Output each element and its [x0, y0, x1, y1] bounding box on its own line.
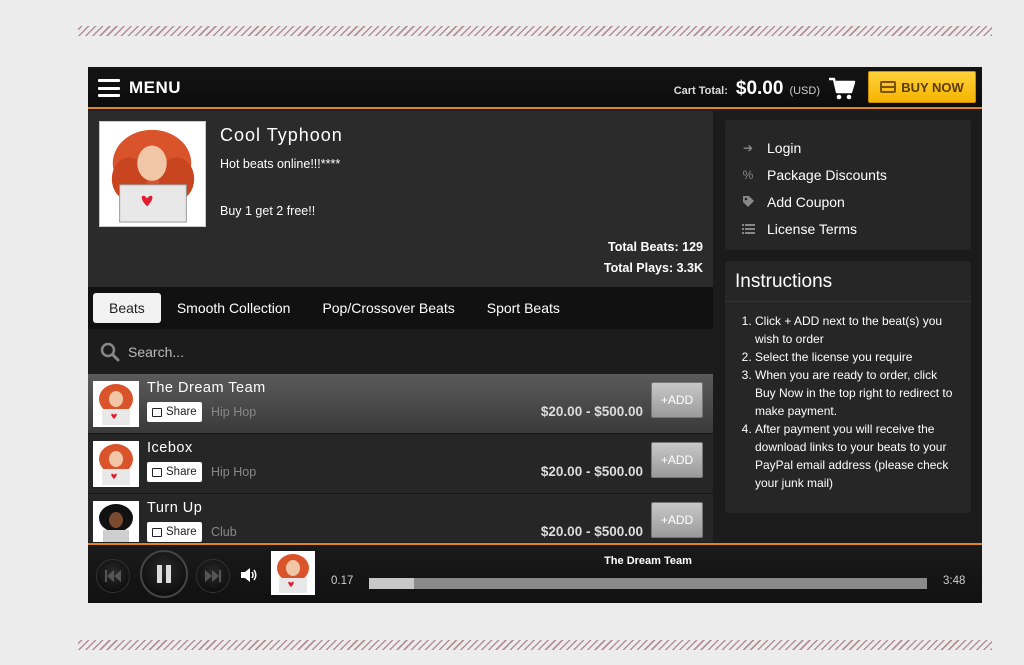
license-terms-link[interactable]: License Terms — [725, 215, 971, 242]
total-time: 3:48 — [943, 575, 966, 587]
track-genre: Club — [211, 525, 237, 539]
track-thumbnail — [93, 381, 139, 427]
artist-bio-line: Buy 1 get 2 free!! — [220, 204, 316, 218]
track-title: Icebox — [147, 440, 193, 456]
now-playing-thumbnail — [271, 551, 315, 595]
collection-tabs: Beats Smooth Collection Pop/Crossover Be… — [88, 287, 713, 329]
instructions-panel: Instructions Click + ADD next to the bea… — [725, 261, 971, 513]
instruction-step: When you are ready to order, click Buy N… — [755, 366, 961, 420]
progress-bar[interactable] — [369, 578, 927, 589]
artist-bio-line: Hot beats online!!!**** — [220, 157, 341, 171]
audio-player: The Dream Team 0.17 3:48 — [88, 543, 982, 603]
search-input[interactable] — [128, 343, 528, 360]
share-icon — [152, 527, 162, 537]
sign-in-icon: ➔ — [742, 140, 754, 155]
track-thumbnail — [93, 501, 139, 542]
share-icon — [152, 407, 162, 417]
track-price: $20.00 - $500.00 — [540, 404, 643, 419]
current-time: 0.17 — [331, 575, 354, 587]
tag-icon — [741, 195, 755, 209]
instruction-step: Click + ADD next to the beat(s) you wish… — [755, 312, 961, 348]
add-to-cart-button[interactable]: +ADD — [651, 502, 703, 538]
share-label: Share — [166, 526, 197, 538]
tab-smooth-collection[interactable]: Smooth Collection — [161, 293, 307, 323]
cart-total-amount: $0.00 — [735, 78, 784, 99]
track-row[interactable]: Icebox Share Hip Hop $20.00 - $500.00 +A… — [88, 434, 713, 494]
now-playing-title: The Dream Team — [604, 555, 692, 567]
progress-fill — [369, 578, 414, 589]
share-button[interactable]: Share — [147, 462, 202, 482]
track-thumbnail — [93, 441, 139, 487]
tab-sport-beats[interactable]: Sport Beats — [471, 293, 576, 323]
next-track-button[interactable] — [196, 559, 230, 593]
share-icon — [152, 467, 162, 477]
instructions-title: Instructions — [725, 261, 971, 302]
cart-total-label: Cart Total: — [673, 85, 728, 97]
track-title: Turn Up — [147, 500, 203, 516]
store-links: ➔ Login % Package Discounts Add Coupon L… — [725, 120, 971, 250]
track-price: $20.00 - $500.00 — [540, 524, 643, 539]
volume-icon[interactable] — [240, 566, 258, 584]
artist-profile: Cool Typhoon Hot beats online!!!**** Buy… — [88, 111, 713, 287]
list-icon — [741, 222, 755, 236]
track-price: $20.00 - $500.00 — [540, 464, 643, 479]
search-icon — [100, 342, 120, 361]
decorative-border-bottom — [78, 640, 992, 650]
shopping-cart-icon[interactable] — [828, 77, 856, 101]
track-row[interactable]: The Dream Team Share Hip Hop $20.00 - $5… — [88, 374, 713, 434]
share-label: Share — [166, 406, 197, 418]
beat-store-widget: MENU Cart Total: $0.00 (USD) BUY NOW Coo… — [88, 67, 982, 603]
previous-track-button[interactable] — [96, 559, 130, 593]
tab-beats[interactable]: Beats — [93, 293, 161, 323]
decorative-border-top — [78, 26, 992, 36]
total-beats: Total Beats: 129 — [608, 240, 703, 254]
track-list: The Dream Team Share Hip Hop $20.00 - $5… — [88, 374, 713, 542]
track-row[interactable]: Turn Up Share Club $20.00 - $500.00 +ADD — [88, 494, 713, 542]
menu-label: MENU — [129, 78, 182, 97]
add-coupon-link[interactable]: Add Coupon — [725, 188, 971, 215]
track-title: The Dream Team — [147, 380, 266, 396]
skip-forward-icon — [205, 570, 221, 582]
header-bar: MENU Cart Total: $0.00 (USD) BUY NOW — [88, 67, 982, 109]
instructions-list: Click + ADD next to the beat(s) you wish… — [725, 302, 971, 492]
artist-name: Cool Typhoon — [220, 125, 343, 145]
link-label: Login — [767, 139, 802, 156]
instruction-step: Select the license you require — [755, 348, 961, 366]
hamburger-icon — [98, 79, 120, 97]
login-link[interactable]: ➔ Login — [725, 134, 971, 161]
search-bar — [88, 329, 713, 374]
add-to-cart-button[interactable]: +ADD — [651, 382, 703, 418]
buy-now-button[interactable]: BUY NOW — [868, 71, 976, 103]
link-label: License Terms — [767, 220, 858, 237]
buy-now-label: BUY NOW — [901, 79, 964, 95]
share-button[interactable]: Share — [147, 402, 202, 422]
total-plays: Total Plays: 3.3K — [603, 261, 703, 275]
credit-card-icon — [880, 81, 897, 93]
tab-pop-crossover-beats[interactable]: Pop/Crossover Beats — [306, 293, 470, 323]
cart-total: Cart Total: $0.00 (USD) — [674, 78, 820, 100]
add-to-cart-button[interactable]: +ADD — [651, 442, 703, 478]
share-button[interactable]: Share — [147, 522, 202, 542]
cart-currency: (USD) — [789, 85, 820, 97]
artist-avatar — [99, 121, 206, 227]
menu-button[interactable]: MENU — [98, 77, 181, 99]
play-pause-button[interactable] — [140, 550, 188, 598]
package-discounts-link[interactable]: % Package Discounts — [725, 161, 971, 188]
pause-icon — [157, 565, 171, 583]
sidebar: ➔ Login % Package Discounts Add Coupon L… — [713, 111, 982, 543]
track-genre: Hip Hop — [211, 405, 257, 419]
artist-stats: Total Beats: 129 Total Plays: 3.3K — [604, 237, 703, 279]
share-label: Share — [166, 466, 197, 478]
instruction-step: After payment you will receive the downl… — [755, 420, 961, 492]
percent-icon: % — [742, 167, 754, 182]
track-genre: Hip Hop — [211, 465, 257, 479]
link-label: Add Coupon — [767, 193, 845, 210]
link-label: Package Discounts — [767, 166, 887, 183]
skip-back-icon — [105, 570, 121, 582]
